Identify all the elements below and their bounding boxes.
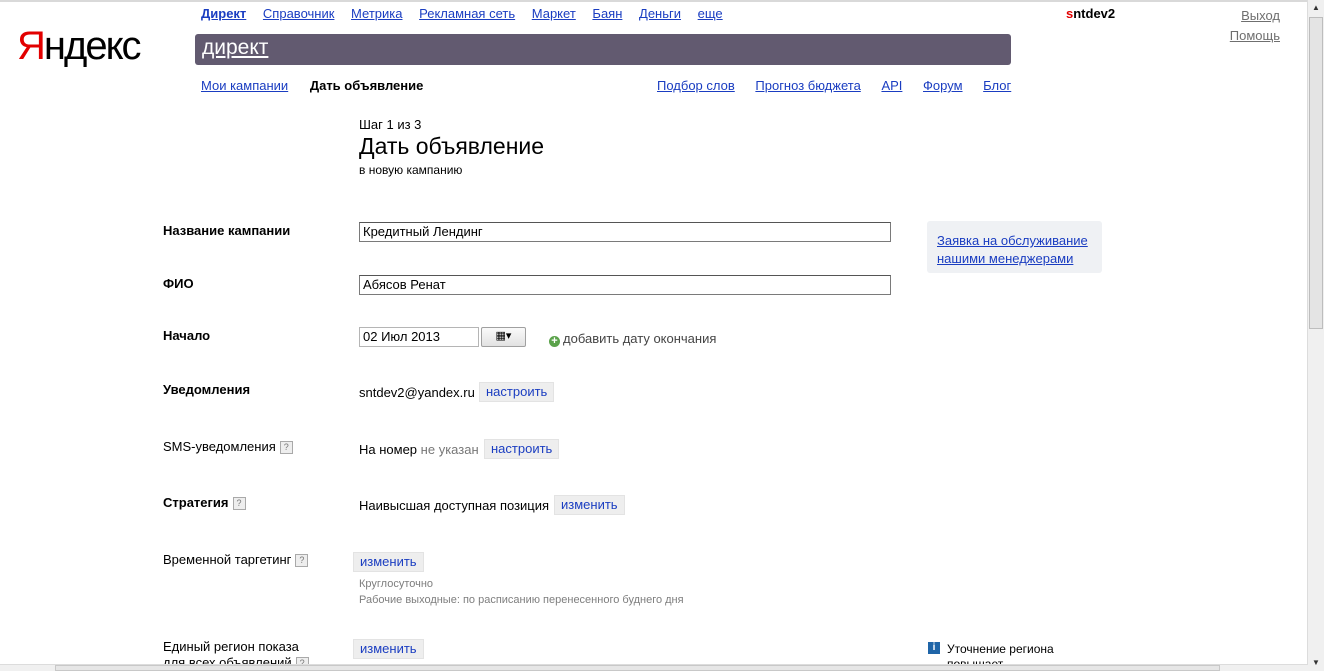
manager-request-link[interactable]: Заявка на обслуживание нашими менеджерам…	[937, 232, 1097, 268]
sms-label: SMS-уведомления?	[163, 439, 293, 455]
notifications-configure-button[interactable]: настроить	[479, 382, 555, 402]
sms-status: не указан	[420, 442, 479, 457]
sms-label-text: SMS-уведомления	[163, 439, 276, 454]
page-title: Дать объявление	[359, 133, 545, 159]
service-money[interactable]: Деньги	[639, 6, 681, 21]
time-target-label: Временной таргетинг?	[163, 552, 309, 568]
subnav-left: Мои кампании Дать объявление	[201, 78, 423, 93]
service-header-bar: директ	[195, 34, 1011, 65]
horizontal-scroll-thumb[interactable]	[55, 665, 1220, 671]
service-directory[interactable]: Справочник	[263, 6, 335, 21]
region-info-line1: Уточнение региона	[947, 642, 1054, 656]
time-target-label-text: Временной таргетинг	[163, 552, 292, 567]
service-metrika[interactable]: Метрика	[351, 6, 402, 21]
region-label-line1: Единый регион показа	[163, 639, 299, 654]
current-section: Дать объявление	[309, 78, 424, 93]
manager-request-box: Заявка на обслуживание нашими менеджерам…	[927, 221, 1102, 273]
time-target-summary: Круглосуточно	[359, 578, 434, 590]
strategy-label: Стратегия?	[163, 495, 246, 511]
horizontal-scrollbar[interactable]	[0, 664, 1308, 671]
calendar-icon: ▦▾	[495, 330, 512, 342]
scroll-thumb[interactable]	[1309, 17, 1323, 329]
time-target-change-button[interactable]: изменить	[353, 552, 424, 572]
scroll-down-icon[interactable]: ▼	[1308, 655, 1324, 671]
username-rest: ntdev2	[1073, 6, 1116, 21]
help-icon[interactable]: ?	[232, 497, 246, 511]
services-nav: Директ Справочник Метрика Рекламная сеть…	[201, 6, 736, 21]
account-links: Выход Помощь	[1230, 6, 1280, 46]
step-indicator: Шаг 1 из 3	[359, 117, 422, 132]
fio-input[interactable]: Абясов Ренат	[359, 275, 891, 295]
start-date-input[interactable]: 02 Июл 2013	[359, 327, 479, 347]
sms-prefix: На номер	[359, 442, 418, 457]
strategy-change-button[interactable]: изменить	[554, 495, 625, 515]
strategy-value: Наивысшая доступная позиция	[359, 498, 550, 513]
sms-configure-button[interactable]: настроить	[484, 439, 560, 459]
start-date-label: Начало	[163, 328, 211, 343]
service-bayan[interactable]: Баян	[592, 6, 622, 21]
service-ad-network[interactable]: Рекламная сеть	[419, 6, 515, 21]
scroll-up-icon[interactable]: ▲	[1308, 0, 1324, 16]
subnav-right: Подбор слов Прогноз бюджета API Форум Бл…	[657, 78, 1011, 93]
top-border	[0, 0, 1308, 2]
sms-number: На номер не указан	[359, 442, 479, 457]
add-end-date-text: добавить дату окончания	[563, 331, 717, 346]
add-end-date[interactable]: + добавить дату окончания	[549, 331, 716, 347]
keyword-tool-link[interactable]: Подбор слов	[657, 78, 735, 93]
username[interactable]: sntdev2	[1066, 6, 1115, 21]
logo-rest: ндекс	[43, 24, 142, 68]
api-link[interactable]: API	[881, 78, 902, 93]
info-icon: i	[928, 642, 940, 654]
region-change-button[interactable]: изменить	[353, 639, 424, 659]
vertical-scrollbar[interactable]: ▲ ▼	[1307, 0, 1324, 671]
calendar-button[interactable]: ▦▾	[481, 327, 526, 347]
forum-link[interactable]: Форум	[923, 78, 963, 93]
campaign-name-input[interactable]: Кредитный Лендинг	[359, 222, 891, 242]
campaign-name-label: Название кампании	[163, 223, 291, 238]
notifications-label: Уведомления	[163, 382, 251, 397]
service-market[interactable]: Маркет	[532, 6, 576, 21]
service-direct[interactable]: Директ	[201, 6, 246, 21]
service-more[interactable]: еще	[698, 6, 723, 21]
page-subtitle: в новую кампанию	[359, 163, 463, 177]
fio-label: ФИО	[163, 276, 194, 291]
yandex-logo[interactable]: Яндекс	[17, 24, 142, 68]
service-title-link[interactable]: директ	[202, 36, 268, 60]
help-icon[interactable]: ?	[279, 441, 293, 455]
logo-first-letter: Я	[17, 24, 46, 68]
blog-link[interactable]: Блог	[983, 78, 1011, 93]
logout-link[interactable]: Выход	[1230, 6, 1280, 26]
time-target-holidays: Рабочие выходные: по расписанию перенесе…	[359, 594, 684, 606]
help-link[interactable]: Помощь	[1230, 26, 1280, 46]
budget-forecast-link[interactable]: Прогноз бюджета	[755, 78, 860, 93]
my-campaigns-link[interactable]: Мои кампании	[201, 78, 288, 93]
notifications-email: sntdev2@yandex.ru	[359, 385, 475, 400]
help-icon[interactable]: ?	[295, 554, 309, 568]
strategy-label-text: Стратегия	[163, 495, 229, 510]
plus-icon: +	[549, 336, 560, 347]
